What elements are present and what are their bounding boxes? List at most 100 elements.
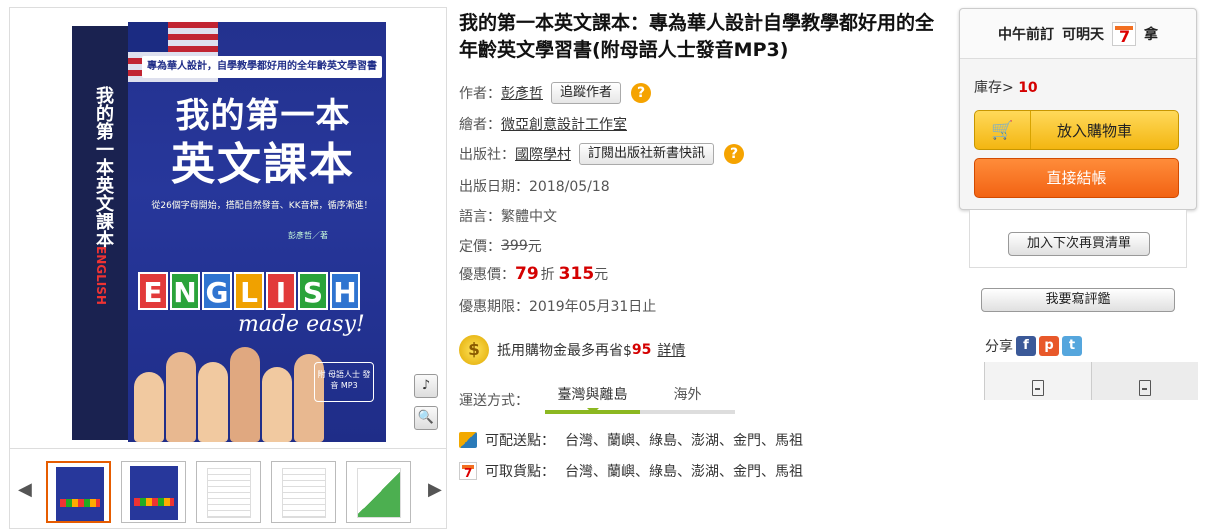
plurk-icon[interactable]: p: [1039, 336, 1059, 356]
list-price-unit: 元: [527, 239, 542, 255]
subscribe-publisher-button[interactable]: 訂閱出版社新書快訊: [579, 143, 715, 165]
cover-letter: S: [298, 272, 328, 310]
share-row: 分享 f p t: [985, 336, 1082, 356]
coin-icon: $: [459, 335, 489, 365]
spine-title: 我的第一本英文課本: [93, 86, 114, 248]
book-front-cover: 專為華人設計，自學教學都好用的全年齡英文學習書 我的第一本 英文課本 從26個字…: [128, 22, 386, 442]
cover-letter: L: [234, 272, 264, 310]
thumbnail-strip: ◀ ▶: [10, 448, 446, 528]
cover-subtitle: 從26個字母開始，搭配自然發音、KK音標，循序漸進！: [151, 201, 373, 211]
product-title: 我的第一本英文課本：專為華人設計自學教學都好用的全年齡英文學習書(附母語人士發音…: [459, 12, 935, 61]
discount-unit: 折: [540, 267, 555, 283]
document-tile-2[interactable]: [1091, 362, 1198, 400]
thumb-next-arrow-icon[interactable]: ▶: [428, 479, 442, 500]
help-icon[interactable]: ?: [724, 144, 745, 164]
wishlist-box: 加入下次再買清單: [969, 210, 1187, 268]
deliver-places: 台灣、蘭嶼、綠島、澎湖、金門、馬祖: [565, 433, 803, 449]
book-spine: 我的第一本英文課本 ENGLISH: [72, 26, 130, 440]
list-price-label: 定價：: [459, 239, 501, 255]
facebook-icon[interactable]: f: [1016, 336, 1036, 356]
follow-author-button[interactable]: 追蹤作者: [551, 82, 622, 104]
share-label: 分享: [985, 339, 1013, 355]
cover-letter: E: [138, 272, 168, 310]
cover-banner: 專為華人設計，自學教學都好用的全年齡英文學習書: [142, 56, 382, 78]
cover-author: 彭彥哲／著: [288, 231, 328, 240]
document-tile-1[interactable]: [984, 362, 1091, 400]
sale-price-row: 優惠價： 79 折 315 元: [459, 264, 608, 284]
author-row: 作者： 彭彥哲 追蹤作者 ?: [459, 82, 652, 104]
header-pickup: 拿: [1144, 26, 1158, 43]
mp3-badge: 附 母語人士 發音 MP3: [314, 362, 374, 402]
language: 語言：繁體中文: [459, 209, 557, 225]
pubdate: 出版日期：2018/05/18: [459, 179, 610, 195]
music-note-icon[interactable]: ♪: [414, 374, 438, 398]
cover-letter: H: [330, 272, 360, 310]
shipping-label: 運送方式：: [459, 393, 529, 409]
help-icon[interactable]: ?: [631, 83, 652, 103]
document-icon: [1139, 380, 1151, 396]
checkout-button[interactable]: 直接結帳: [974, 158, 1179, 198]
publisher-row: 出版社： 國際學村 訂閱出版社新書快訊 ?: [459, 143, 745, 165]
main-cover-image[interactable]: 我的第一本英文課本 ENGLISH 專為華人設計，自學教學都好用的全年齡英文學習…: [60, 14, 390, 446]
thumb-prev-arrow-icon[interactable]: ◀: [18, 479, 32, 500]
thumbnail-5[interactable]: [346, 461, 411, 523]
pickup-label: 可取貨點：: [485, 464, 555, 480]
publisher-label: 出版社：: [459, 147, 515, 163]
pickup-places: 台灣、蘭嶼、綠島、澎湖、金門、馬祖: [565, 464, 803, 480]
twitter-icon[interactable]: t: [1062, 336, 1082, 356]
cart-icon: 🛒: [975, 111, 1031, 149]
stock-label: 庫存>: [974, 80, 1014, 96]
cover-title-line2: 英文課本: [171, 139, 355, 190]
seven-eleven-icon: [459, 462, 477, 480]
document-tiles: [984, 362, 1198, 400]
stock-info: 庫存> 10: [974, 77, 1038, 97]
coupon-amount: 95: [631, 342, 652, 358]
thumbnail-2[interactable]: [121, 461, 186, 523]
discount-label: 優惠價：: [459, 267, 515, 283]
tab-overseas[interactable]: 海外: [640, 384, 735, 414]
list-price: 399: [501, 238, 528, 254]
illustrator-label: 繪者：: [459, 117, 501, 133]
discount-value: 79: [515, 264, 539, 284]
pickup-row: 可取貨點： 台灣、蘭嶼、綠島、澎湖、金門、馬祖: [459, 461, 803, 481]
stock-count: 10: [1018, 80, 1038, 96]
deliver-row: 可配送點： 台灣、蘭嶼、綠島、澎湖、金門、馬祖: [459, 430, 803, 450]
cover-letter: I: [266, 272, 296, 310]
deliver-label: 可配送點：: [485, 433, 555, 449]
coupon-text: 抵用購物金最多再省$: [497, 343, 632, 359]
add-to-cart-button[interactable]: 🛒 放入購物車: [974, 110, 1179, 150]
cover-letter: G: [202, 272, 232, 310]
sale-unit: 元: [594, 267, 609, 283]
product-gallery: 我的第一本英文課本 ENGLISH 專為華人設計，自學教學都好用的全年齡英文學習…: [9, 7, 447, 529]
product-info: 我的第一本英文課本：專為華人設計自學教學都好用的全年齡英文學習書(附母語人士發音…: [459, 10, 949, 480]
cover-english-letters: ENGLISH: [138, 272, 360, 310]
add-to-cart-label: 放入購物車: [1056, 121, 1132, 140]
spine-english: ENGLISH: [94, 246, 108, 305]
author-label: 作者：: [459, 86, 501, 102]
illustrator-link[interactable]: 微亞創意設計工作室: [501, 114, 627, 134]
seven-eleven-logo-icon: [1112, 21, 1136, 46]
list-price-row: 定價： 399 元: [459, 236, 542, 256]
thumbnail-4[interactable]: [271, 461, 336, 523]
publisher-link[interactable]: 國際學村: [515, 144, 571, 164]
offer-deadline: 優惠期限：2019年05月31日止: [459, 299, 657, 315]
header-order-before-noon: 中午前訂: [998, 26, 1054, 43]
author-link[interactable]: 彭彥哲: [501, 83, 543, 103]
purchase-box: 中午前訂 可明天 拿 庫存> 10 🛒 放入購物車 直接結帳: [959, 8, 1197, 210]
document-icon: [1032, 380, 1044, 396]
sale-price: 315: [558, 264, 595, 284]
zoom-icon[interactable]: 🔍: [414, 406, 438, 430]
delivery-icon: [459, 432, 477, 448]
write-review-button[interactable]: 我要寫評鑑: [981, 288, 1175, 312]
thumbnail-3[interactable]: [196, 461, 261, 523]
header-tomorrow: 可明天: [1062, 26, 1104, 43]
illustrator-row: 繪者： 微亞創意設計工作室: [459, 114, 627, 134]
coupon-row: $ 抵用購物金最多再省$ 95 詳情: [459, 335, 685, 365]
coupon-details-link[interactable]: 詳情: [657, 340, 685, 360]
tab-caret-icon: [587, 408, 599, 414]
cover-letter: N: [170, 272, 200, 310]
purchase-header: 中午前訂 可明天 拿: [960, 9, 1196, 59]
shipping-tabs: 臺灣與離島 海外: [545, 384, 735, 414]
thumbnail-1[interactable]: [46, 461, 111, 523]
add-to-wishlist-button[interactable]: 加入下次再買清單: [1008, 232, 1150, 256]
